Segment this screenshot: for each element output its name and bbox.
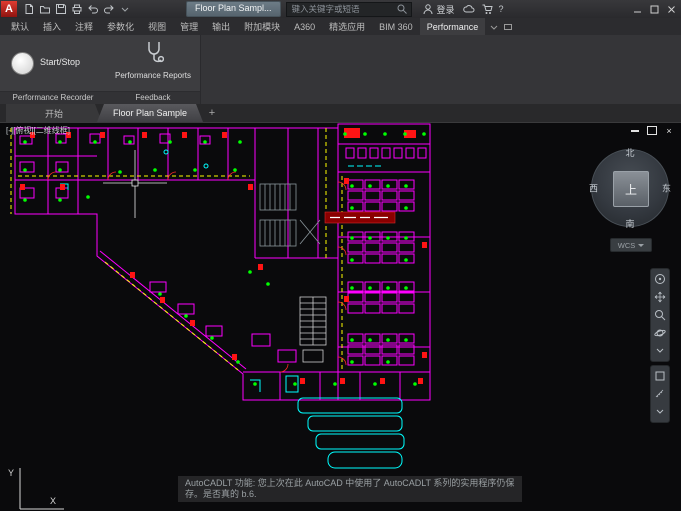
minimize-button[interactable]: [630, 3, 645, 16]
crosshair-cursor: [103, 150, 167, 218]
ribbon-tab-manage[interactable]: 管理: [173, 18, 205, 35]
orbit-icon[interactable]: [653, 326, 667, 340]
drawing-minimize-icon[interactable]: [630, 126, 640, 135]
window-controls: [630, 3, 679, 16]
door-arcs: [48, 172, 346, 372]
a360-cloud-icon[interactable]: [463, 3, 475, 15]
qat-dropdown-icon[interactable]: [118, 2, 132, 16]
new-drawing-tab-button[interactable]: +: [203, 104, 221, 122]
file-tab-bar: 开始 Floor Plan Sample +: [0, 104, 681, 123]
help-search-box[interactable]: [286, 2, 412, 17]
measure-icon[interactable]: [653, 387, 667, 401]
panel-title-feedback[interactable]: Feedback: [106, 91, 200, 104]
ucs-icon: Y X: [8, 468, 64, 509]
command-line-text-1: AutoCADLT 功能: 您上次在此 AutoCAD 中使用了 AutoCAD…: [185, 478, 515, 489]
save-icon[interactable]: [54, 2, 68, 16]
navbar-more-chevron-icon[interactable]: [653, 405, 667, 419]
cyan-highlight-shapes: [60, 150, 404, 468]
user-icon: [422, 3, 434, 15]
wcs-dropdown[interactable]: WCS: [610, 238, 652, 252]
ribbon-tab-featured-apps[interactable]: 精选应用: [322, 18, 372, 35]
wcs-label: WCS: [618, 241, 636, 250]
close-button[interactable]: [664, 3, 679, 16]
sign-in-label: 登录: [437, 3, 455, 16]
new-file-icon[interactable]: [22, 2, 36, 16]
search-input[interactable]: [290, 3, 396, 15]
ribbon-tab-output[interactable]: 输出: [205, 18, 237, 35]
ribbon-tab-a360[interactable]: A360: [287, 18, 322, 35]
application-menu-button[interactable]: A: [1, 1, 17, 17]
autocad-window: A Floor Plan Sampl...: [0, 0, 681, 511]
ribbon-tab-default[interactable]: 默认: [4, 18, 36, 35]
viewcube-west[interactable]: 西: [589, 182, 598, 195]
panel-feedback: Performance Reports Feedback: [106, 35, 201, 104]
ribbon-tab-annotate[interactable]: 注释: [68, 18, 100, 35]
ribbon-tab-performance[interactable]: Performance: [420, 18, 486, 35]
panel-title-performance-recorder[interactable]: Performance Recorder: [0, 91, 106, 104]
file-tab-start[interactable]: 开始: [6, 104, 102, 122]
ribbon-tab-bar: 默认 插入 注释 参数化 视图 管理 输出 附加模块 A360 精选应用 BIM…: [0, 18, 681, 35]
redo-icon[interactable]: [102, 2, 116, 16]
ribbon-tab-bim360[interactable]: BIM 360: [372, 18, 420, 35]
navbar-chevron-icon[interactable]: [653, 344, 667, 358]
viewcube[interactable]: 北 南 西 东 上: [588, 146, 672, 230]
drawing-restore-icon[interactable]: [647, 126, 657, 135]
maximize-button[interactable]: [647, 3, 662, 16]
sign-in-button[interactable]: 登录: [422, 3, 455, 16]
print-icon[interactable]: [70, 2, 84, 16]
ucs-x-label: X: [50, 496, 56, 506]
wcs-chevron-icon: [638, 244, 644, 247]
undo-icon[interactable]: [86, 2, 100, 16]
red-sign-board: [325, 212, 395, 223]
ribbon-state-dropdown-icon[interactable]: [489, 18, 499, 35]
command-line-text-2: 存。是否真的 b.6.: [185, 489, 515, 500]
exchange-apps-icon[interactable]: [481, 3, 493, 15]
navigation-bar: [650, 268, 670, 426]
wall-lines: [15, 124, 430, 400]
title-bar-misc-icons: ?: [463, 3, 504, 15]
viewcube-east[interactable]: 东: [662, 182, 671, 195]
search-icon[interactable]: [396, 3, 408, 15]
performance-reports-icon[interactable]: [144, 40, 164, 71]
panel-performance-recorder: Start/Stop Performance Recorder: [0, 35, 107, 104]
command-line-overlay[interactable]: AutoCADLT 功能: 您上次在此 AutoCAD 中使用了 AutoCAD…: [178, 476, 522, 502]
performance-reports-button[interactable]: Performance Reports: [106, 71, 200, 80]
help-icon[interactable]: ?: [499, 4, 504, 14]
ribbon-tab-view[interactable]: 视图: [141, 18, 173, 35]
open-file-icon[interactable]: [38, 2, 52, 16]
ucs-y-label: Y: [8, 468, 14, 478]
viewcube-south[interactable]: 南: [625, 217, 634, 230]
main-stair: [300, 297, 326, 362]
ribbon-body: Start/Stop Performance Recorder Performa…: [0, 35, 681, 104]
core-stairs: [260, 184, 320, 246]
navbar-segment-bottom: [650, 365, 670, 423]
navigation-wheel-icon[interactable]: [653, 272, 667, 286]
viewport-controls-label[interactable]: [-][俯视][二维线框]: [6, 125, 70, 136]
viewcube-top-face[interactable]: 上: [613, 171, 649, 207]
drawing-window-controls: ×: [630, 126, 674, 135]
ribbon-tab-addins[interactable]: 附加模块: [237, 18, 287, 35]
floor-plan-drawing[interactable]: Y X: [0, 122, 681, 511]
ribbon-tab-insert[interactable]: 插入: [36, 18, 68, 35]
navbar-segment-top: [650, 268, 670, 362]
start-stop-label: Start/Stop: [40, 57, 80, 67]
drawing-close-icon[interactable]: ×: [664, 126, 674, 135]
title-bar: A Floor Plan Sampl...: [0, 0, 681, 18]
red-tags: [20, 128, 427, 384]
quick-access-toolbar: [22, 2, 132, 16]
showmotion-icon[interactable]: [653, 369, 667, 383]
zoom-icon[interactable]: [653, 308, 667, 322]
ribbon-tab-parametric[interactable]: 参数化: [100, 18, 141, 35]
ribbon-minimize-icon[interactable]: [503, 18, 513, 35]
document-title: Floor Plan Sampl...: [186, 1, 281, 17]
yellow-path-lines: [11, 128, 342, 370]
start-stop-record-button[interactable]: [11, 52, 34, 75]
file-tab-floor-plan-sample[interactable]: Floor Plan Sample: [97, 104, 203, 122]
viewcube-north[interactable]: 北: [625, 146, 634, 159]
drawing-canvas[interactable]: Y X [-][俯视][二维线框] × 北 南 西 东 上 WCS: [0, 122, 681, 511]
pan-icon[interactable]: [653, 290, 667, 304]
